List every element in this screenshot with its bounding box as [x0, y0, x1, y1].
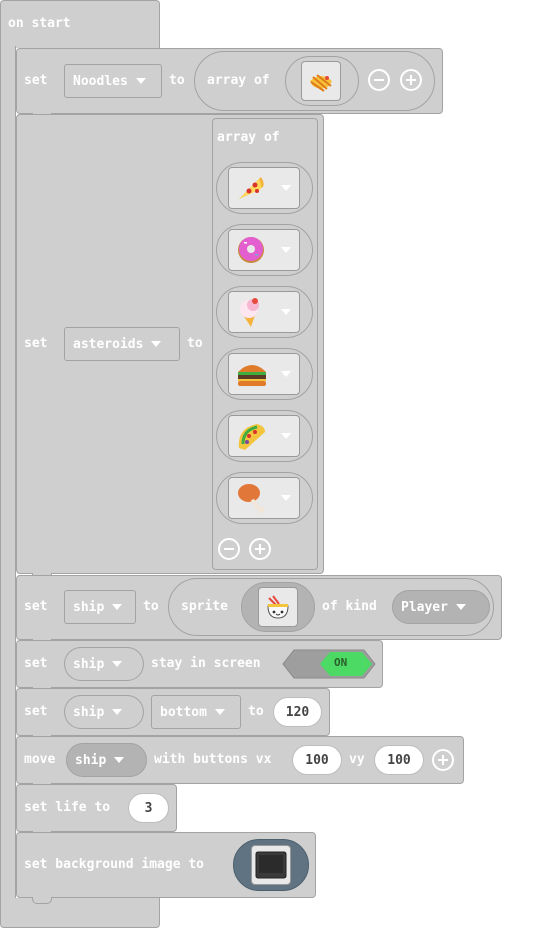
vy-label: vy	[349, 752, 365, 767]
chevron-down-icon	[114, 757, 125, 763]
remove-item-button[interactable]	[368, 69, 390, 91]
toggle-on-label: ON	[334, 656, 348, 669]
chevron-down-icon	[112, 709, 123, 715]
to-keyword: to	[143, 599, 159, 614]
variable-dropdown-ship[interactable]: ship	[66, 743, 147, 777]
variable-dropdown-ship[interactable]: ship	[64, 695, 144, 729]
chevron-down-icon	[214, 709, 225, 715]
set-keyword: set	[24, 704, 48, 719]
sprite-label: sprite	[181, 599, 228, 614]
chevron-down-icon[interactable]	[281, 433, 291, 439]
ship-noodle-bowl-image[interactable]	[258, 587, 298, 627]
add-parameter-button[interactable]	[432, 749, 454, 771]
set-life-label: set life to	[24, 800, 111, 815]
chevron-down-icon[interactable]	[281, 185, 291, 191]
move-keyword: move	[24, 752, 56, 767]
variable-dropdown-noodles[interactable]: Noodles	[64, 64, 162, 98]
variable-dropdown-asteroids[interactable]: asteroids	[64, 327, 180, 361]
set-keyword: set	[24, 73, 48, 88]
noodles-image[interactable]	[301, 61, 341, 101]
set-keyword: set	[24, 656, 48, 671]
remove-item-button[interactable]	[218, 538, 240, 560]
array-of-label: array of	[207, 73, 270, 88]
of-kind-label: of kind	[322, 599, 377, 614]
life-value-input[interactable]: 3	[128, 793, 169, 823]
block-notch	[32, 897, 52, 904]
on-start-label: on start	[8, 16, 71, 31]
property-dropdown[interactable]: bottom	[151, 695, 241, 729]
on-off-toggle[interactable]: ON	[282, 649, 376, 679]
add-item-button[interactable]	[249, 538, 271, 560]
variable-name: asteroids	[73, 336, 144, 352]
background-image[interactable]	[251, 845, 291, 885]
chevron-down-icon[interactable]	[281, 371, 291, 377]
on-start-left-rail	[0, 46, 16, 902]
kind-name: Player	[401, 599, 448, 615]
bottom-value-input[interactable]: 120	[273, 697, 322, 727]
chevron-down-icon[interactable]	[281, 495, 291, 501]
variable-dropdown-ship[interactable]: ship	[64, 647, 144, 681]
chevron-down-icon	[112, 604, 123, 610]
to-keyword: to	[248, 704, 264, 719]
with-buttons-label: with buttons vx	[154, 752, 272, 767]
stay-in-screen-label: stay in screen	[151, 656, 261, 671]
variable-name: ship	[75, 752, 107, 768]
add-item-button[interactable]	[400, 69, 422, 91]
chevron-down-icon	[112, 661, 123, 667]
set-keyword: set	[24, 336, 48, 351]
chevron-down-icon	[455, 604, 466, 610]
chevron-down-icon[interactable]	[281, 247, 291, 253]
variable-dropdown-ship[interactable]: ship	[64, 590, 136, 624]
property-name: bottom	[160, 704, 207, 720]
chevron-down-icon	[135, 78, 146, 84]
set-background-label: set background image to	[24, 857, 205, 872]
on-start-footer	[0, 898, 160, 928]
to-keyword: to	[169, 73, 185, 88]
vy-input[interactable]: 100	[374, 745, 424, 775]
variable-name: Noodles	[73, 73, 128, 89]
variable-name: ship	[73, 704, 105, 720]
array-of-label: array of	[217, 130, 280, 145]
variable-name: ship	[73, 599, 105, 615]
vx-input[interactable]: 100	[292, 745, 342, 775]
variable-name: ship	[73, 656, 105, 672]
to-keyword: to	[187, 336, 203, 351]
kind-dropdown[interactable]: Player	[392, 590, 490, 624]
chevron-down-icon[interactable]	[281, 309, 291, 315]
set-keyword: set	[24, 599, 48, 614]
chevron-down-icon	[151, 341, 162, 347]
